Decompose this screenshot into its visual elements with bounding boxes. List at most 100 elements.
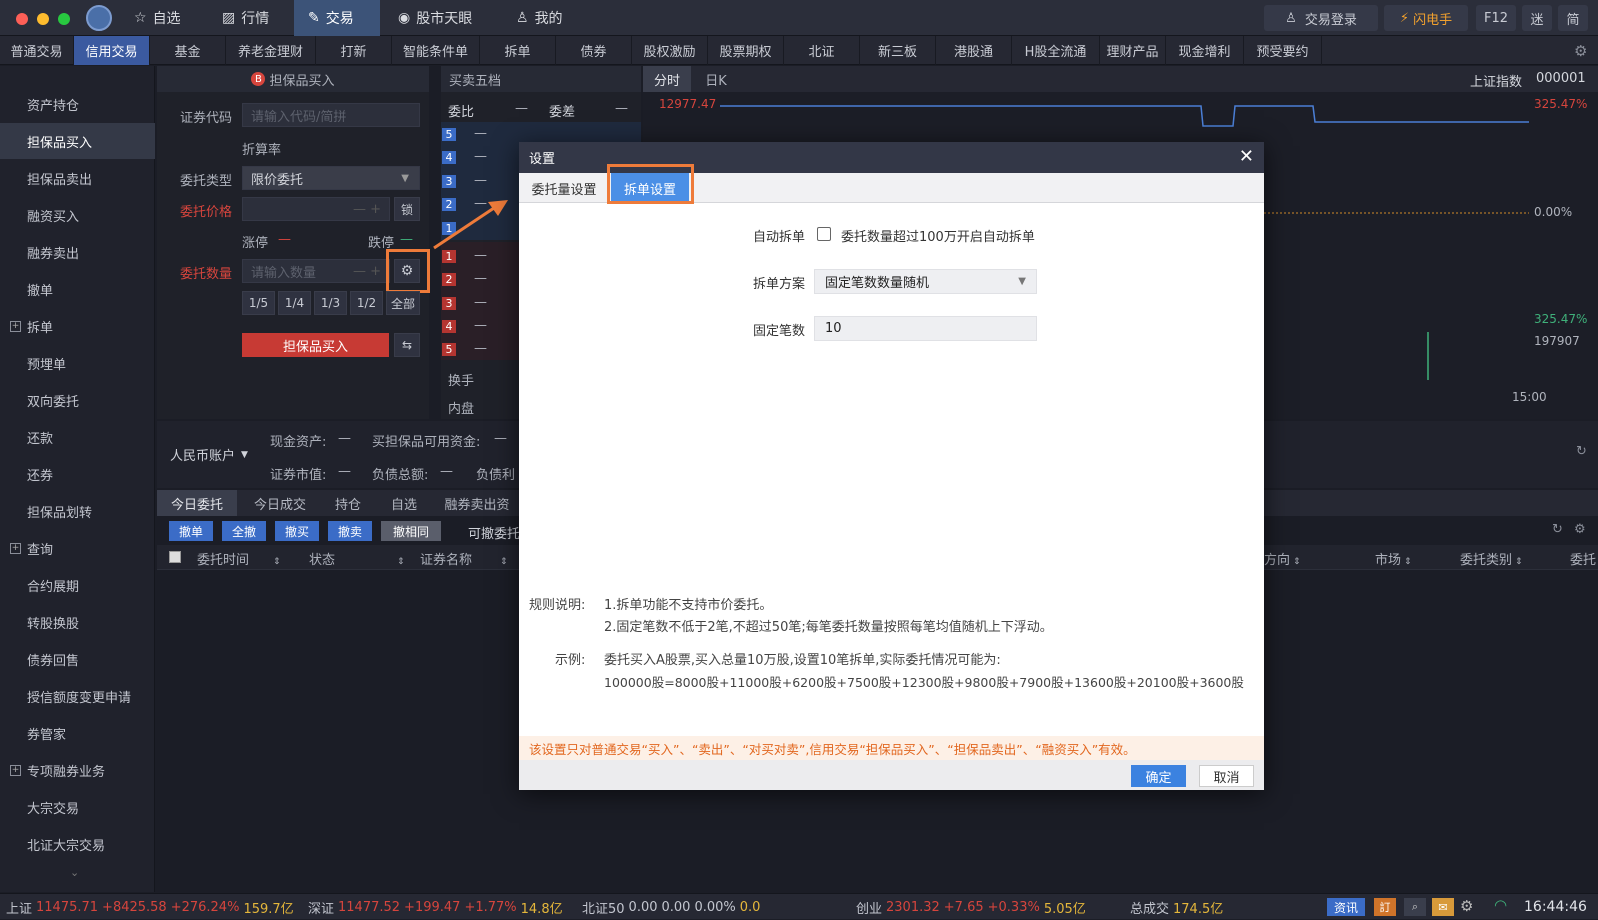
buy-level-4[interactable]: 4 [442,320,456,333]
sidebar-item-split[interactable]: + 拆单 [0,308,155,344]
f12-button[interactable]: F12 [1476,5,1516,31]
cancel-buys-button[interactable]: 撤买 [275,521,319,541]
sidebar-item-collateral-sell[interactable]: 担保品卖出 [0,160,155,196]
zoom-window-button[interactable] [58,13,70,25]
swap-icon[interactable]: ⇆ [394,333,420,357]
tab-cash-plus[interactable]: 现金增利 [1166,36,1244,65]
mini-mode-button[interactable]: 迷 [1522,5,1552,31]
sidebar-item-transfer[interactable]: 担保品划转 [0,493,155,529]
fraction-1-4-button[interactable]: 1/4 [278,291,311,315]
tab-hk-connect[interactable]: 港股通 [936,36,1012,65]
fraction-1-2-button[interactable]: 1/2 [350,291,383,315]
tab-today-deals[interactable]: 今日成交 [243,490,317,516]
nav-market-eye[interactable]: ◉ 股市天眼 [384,0,486,36]
fraction-1-5-button[interactable]: 1/5 [242,291,275,315]
gear-icon[interactable]: ⚙ [1574,522,1586,537]
fraction-all-button[interactable]: 全部 [386,291,420,315]
tab-positions[interactable]: 持仓 [323,490,373,516]
sidebar-item-return-stock[interactable]: 还券 [0,456,155,492]
column-market[interactable]: 市场 ⇕ [1375,549,1412,568]
nav-trade[interactable]: ✎ 交易 [294,0,380,36]
simplified-mode-button[interactable]: 简 [1558,5,1588,31]
column-order-category[interactable]: 委托类别 ⇕ [1460,549,1523,568]
tab-split-order[interactable]: 拆单 [480,36,556,65]
cancel-order-button[interactable]: 撤单 [169,521,213,541]
tab-neeq[interactable]: 新三板 [860,36,936,65]
sz-index-ticker[interactable]: 深证 11477.52 +199.47 +1.77% 14.8亿 [308,894,563,920]
sidebar-item-convert[interactable]: 转股换股 [0,604,155,640]
cancel-button[interactable]: 取消 [1199,765,1254,787]
nav-market[interactable]: ▨ 行情 [208,0,283,36]
gear-icon[interactable]: ⚙ [1460,897,1473,915]
sidebar-item-cancel[interactable]: 撤单 [0,271,155,307]
tab-normal-trade[interactable]: 普通交易 [0,36,74,65]
sidebar-item-query[interactable]: + 查询 [0,530,155,566]
sidebar-item-two-way[interactable]: 双向委托 [0,382,155,418]
tab-ipo[interactable]: 打新 [316,36,392,65]
search-icon[interactable]: ⌕ [1404,898,1426,916]
close-icon[interactable]: ✕ [1239,146,1254,167]
tab-h-share[interactable]: H股全流通 [1012,36,1100,65]
buy-level-5[interactable]: 5 [442,343,456,356]
tab-short-funds[interactable]: 融券卖出资 [435,490,519,516]
gear-icon[interactable]: ⚙ [1574,42,1587,60]
column-direction[interactable]: 方向 ⇕ [1264,549,1301,568]
nav-favorites[interactable]: ☆ 自选 [120,0,195,36]
tab-tender-offer[interactable]: 预受要约 [1244,36,1322,65]
tab-wealth[interactable]: 理财产品 [1100,36,1166,65]
tab-watchlist[interactable]: 自选 [379,490,429,516]
sidebar-item-assets[interactable]: 资产持仓 [0,86,155,122]
sidebar-item-short-sell[interactable]: 融券卖出 [0,234,155,270]
fraction-1-3-button[interactable]: 1/3 [314,291,347,315]
news-button[interactable]: 资讯 [1327,898,1365,916]
collateral-buy-button[interactable]: 担保品买入 [242,333,389,357]
currency-select[interactable]: 人民币账户 ▼ [157,421,261,488]
quantity-input[interactable]: 请输入数量 — + [242,259,390,283]
order-type-select[interactable]: 限价委托 ▼ [242,166,420,190]
code-input[interactable]: 请输入代码/简拼 [242,103,420,127]
sidebar-item-extension[interactable]: 合约展期 [0,567,155,603]
column-order-extra[interactable]: 委托 [1570,549,1596,568]
tab-pension[interactable]: 养老金理财 [226,36,316,65]
split-scheme-select[interactable]: 固定笔数数量随机 ▼ [814,269,1037,294]
sell-level-3[interactable]: 3 [442,175,456,188]
nav-mine[interactable]: ♙ 我的 [502,0,577,36]
sidebar-item-collateral-buy[interactable]: 担保品买入 [0,123,155,159]
sh-index-ticker[interactable]: 上证 11475.71 +8425.58 +276.24% 159.7亿 [6,894,294,920]
flash-trade-button[interactable]: ⚡ 闪电手 [1384,5,1468,31]
sidebar-item-credit-change[interactable]: 授信额度变更申请 [0,678,155,714]
column-order-time[interactable]: 委托时间 ⇕ [197,549,281,568]
sidebar-item-special-lending[interactable]: + 专项融券业务 [0,752,155,788]
scroll-down-icon[interactable]: ⌄ [70,866,79,879]
quantity-stepper-icon[interactable]: — + [353,264,381,279]
trade-login-button[interactable]: ♙ 交易登录 [1264,5,1378,31]
cancel-same-button[interactable]: 撤相同 [381,521,441,541]
column-security-name[interactable]: 证券名称 ⇕ [420,549,508,568]
auto-split-checkbox[interactable] [817,227,831,241]
bz50-index-ticker[interactable]: 北证50 0.00 0.00 0.00% 0.0 [582,894,760,920]
tab-today-orders[interactable]: 今日委托 [157,490,237,516]
ok-button[interactable]: 确定 [1131,765,1186,787]
sidebar-item-repay[interactable]: 还款 [0,419,155,455]
sidebar-item-margin-buy[interactable]: 融资买入 [0,197,155,233]
sell-level-4[interactable]: 4 [442,151,456,164]
tab-daily-k[interactable]: 日K [695,66,737,92]
tab-options[interactable]: 股票期权 [708,36,784,65]
minimize-window-button[interactable] [37,13,49,25]
cy-index-ticker[interactable]: 创业 2301.32 +7.65 +0.33% 5.05亿 [856,894,1086,920]
select-all-checkbox[interactable] [169,551,181,563]
sidebar-item-bond-putback[interactable]: 债券回售 [0,641,155,677]
tab-quantity-settings[interactable]: 委托量设置 [519,173,609,203]
refresh-icon[interactable]: ↻ [1576,444,1587,459]
buy-level-2[interactable]: 2 [442,273,456,286]
sidebar-item-preset[interactable]: 预埋单 [0,345,155,381]
tab-bse[interactable]: 北证 [784,36,860,65]
lock-price-button[interactable]: 锁 [394,197,420,221]
tab-smart-order[interactable]: 智能条件单 [392,36,480,65]
tab-credit-trade[interactable]: 信用交易 [74,36,150,65]
fixed-count-input[interactable]: 10 [814,316,1037,341]
tab-equity-incentive[interactable]: 股权激励 [632,36,708,65]
cancel-all-button[interactable]: 全撤 [222,521,266,541]
refresh-icon[interactable]: ↻ [1552,522,1563,537]
sidebar-item-block-trade[interactable]: 大宗交易 [0,789,155,825]
